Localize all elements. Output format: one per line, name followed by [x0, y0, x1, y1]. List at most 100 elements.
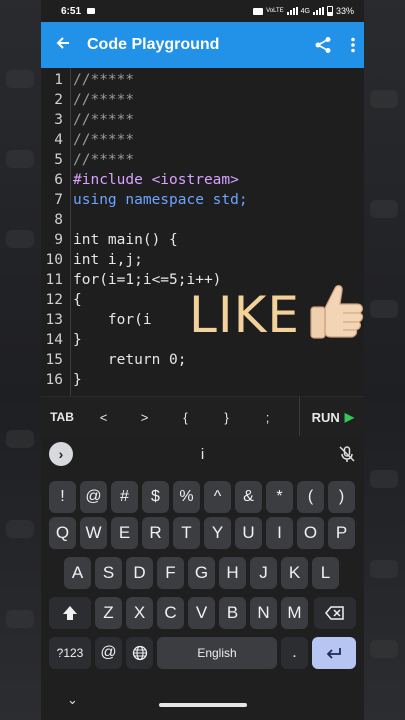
- more-vert-icon[interactable]: [350, 37, 356, 53]
- key-row-bottom: ?123 @ English .: [41, 637, 364, 669]
- code-line: #include <iostream>: [73, 172, 239, 188]
- key[interactable]: M: [281, 597, 308, 629]
- key[interactable]: U: [235, 517, 262, 549]
- notification-icon: [87, 8, 96, 14]
- code-line: for(i: [73, 312, 152, 328]
- key[interactable]: E: [111, 517, 138, 549]
- symbol-key[interactable]: }: [206, 410, 247, 425]
- line-number: 1: [54, 72, 63, 88]
- key[interactable]: (: [297, 481, 324, 513]
- thumbs-up-icon: [307, 282, 364, 347]
- tab-key[interactable]: TAB: [41, 410, 83, 424]
- key-row-zxcv: Z X C V B N M: [41, 597, 364, 629]
- line-number: 7: [54, 192, 63, 208]
- key[interactable]: D: [126, 557, 153, 589]
- code-line: //*****: [73, 132, 135, 148]
- key[interactable]: *: [266, 481, 293, 513]
- key[interactable]: V: [188, 597, 215, 629]
- key[interactable]: H: [219, 557, 246, 589]
- key-row-qwerty: Q W E R T Y U I O P: [41, 517, 364, 549]
- key[interactable]: F: [157, 557, 184, 589]
- code-line: }: [73, 332, 82, 348]
- symbol-key[interactable]: >: [124, 410, 165, 425]
- phone-screen: 6:51 VoLTE 4G 33% Code Playground 1//***…: [41, 0, 364, 720]
- signal-icon: [286, 7, 298, 15]
- back-arrow-icon[interactable]: [55, 34, 77, 57]
- play-icon: ▶: [344, 410, 354, 424]
- line-number: 9: [54, 232, 63, 248]
- key[interactable]: Z: [95, 597, 122, 629]
- key[interactable]: &: [235, 481, 262, 513]
- globe-key[interactable]: [126, 637, 153, 669]
- key[interactable]: @: [80, 481, 107, 513]
- key[interactable]: O: [297, 517, 324, 549]
- key[interactable]: B: [219, 597, 246, 629]
- key[interactable]: C: [157, 597, 184, 629]
- line-number: 14: [45, 332, 63, 348]
- suggestion-word[interactable]: i: [41, 446, 364, 463]
- key[interactable]: S: [95, 557, 122, 589]
- key[interactable]: N: [250, 597, 277, 629]
- backdrop-left: [0, 0, 41, 720]
- code-line: }: [73, 372, 82, 388]
- code-line: //*****: [73, 72, 135, 88]
- key[interactable]: ^: [204, 481, 231, 513]
- volte-label: VoLTE: [266, 8, 284, 14]
- battery-icon: [326, 6, 333, 16]
- key[interactable]: Q: [49, 517, 76, 549]
- shift-icon: [63, 606, 77, 620]
- line-number: 16: [45, 372, 63, 388]
- key[interactable]: K: [281, 557, 308, 589]
- key[interactable]: L: [312, 557, 339, 589]
- line-number: 6: [54, 172, 63, 188]
- keyboard: i › ! @ # $ % ^ & * ( ) Q W E R T Y U I: [41, 436, 364, 720]
- key[interactable]: #: [111, 481, 138, 513]
- symbol-key[interactable]: <: [83, 410, 124, 425]
- symbol-key[interactable]: {: [165, 410, 206, 425]
- like-overlay-text: LIKE: [189, 286, 300, 344]
- key[interactable]: I: [266, 517, 293, 549]
- backspace-icon: [325, 606, 344, 620]
- key[interactable]: G: [188, 557, 215, 589]
- enter-key[interactable]: [312, 637, 356, 669]
- key[interactable]: $: [142, 481, 169, 513]
- share-icon[interactable]: [314, 36, 332, 54]
- key[interactable]: Y: [204, 517, 231, 549]
- line-number: 2: [54, 92, 63, 108]
- enter-icon: [326, 648, 341, 659]
- code-line: int main() {: [73, 232, 178, 248]
- period-key[interactable]: .: [281, 637, 308, 669]
- hide-keyboard-icon[interactable]: ⌄: [67, 692, 78, 708]
- key[interactable]: A: [64, 557, 91, 589]
- key[interactable]: T: [173, 517, 200, 549]
- run-button[interactable]: RUN ▶: [298, 397, 364, 437]
- home-indicator[interactable]: [159, 703, 247, 707]
- symbol-key[interactable]: ;: [247, 410, 288, 425]
- shift-key[interactable]: [49, 597, 91, 629]
- code-line: //*****: [73, 92, 135, 108]
- key[interactable]: P: [328, 517, 355, 549]
- key[interactable]: ): [328, 481, 355, 513]
- key[interactable]: R: [142, 517, 169, 549]
- run-label: RUN: [311, 409, 340, 425]
- key[interactable]: W: [80, 517, 107, 549]
- key-row-symbols: ! @ # $ % ^ & * ( ): [41, 481, 364, 513]
- code-line: return 0;: [73, 352, 187, 368]
- space-key[interactable]: English: [157, 637, 277, 669]
- key[interactable]: X: [126, 597, 153, 629]
- nav-bar: ⌄: [41, 684, 364, 720]
- page-title: Code Playground: [87, 36, 220, 53]
- backspace-key[interactable]: [314, 597, 356, 629]
- at-key[interactable]: @: [95, 637, 122, 669]
- key[interactable]: !: [49, 481, 76, 513]
- key[interactable]: J: [250, 557, 277, 589]
- symbols-key[interactable]: ?123: [49, 637, 91, 669]
- code-line: {: [73, 292, 82, 308]
- line-number: 8: [54, 212, 63, 228]
- network-type: 4G: [300, 7, 310, 15]
- battery-percent: 33%: [335, 6, 354, 16]
- code-line: int i,j;: [73, 252, 143, 268]
- key[interactable]: %: [173, 481, 200, 513]
- line-number: 13: [45, 312, 63, 328]
- code-line: using namespace std;: [73, 192, 248, 208]
